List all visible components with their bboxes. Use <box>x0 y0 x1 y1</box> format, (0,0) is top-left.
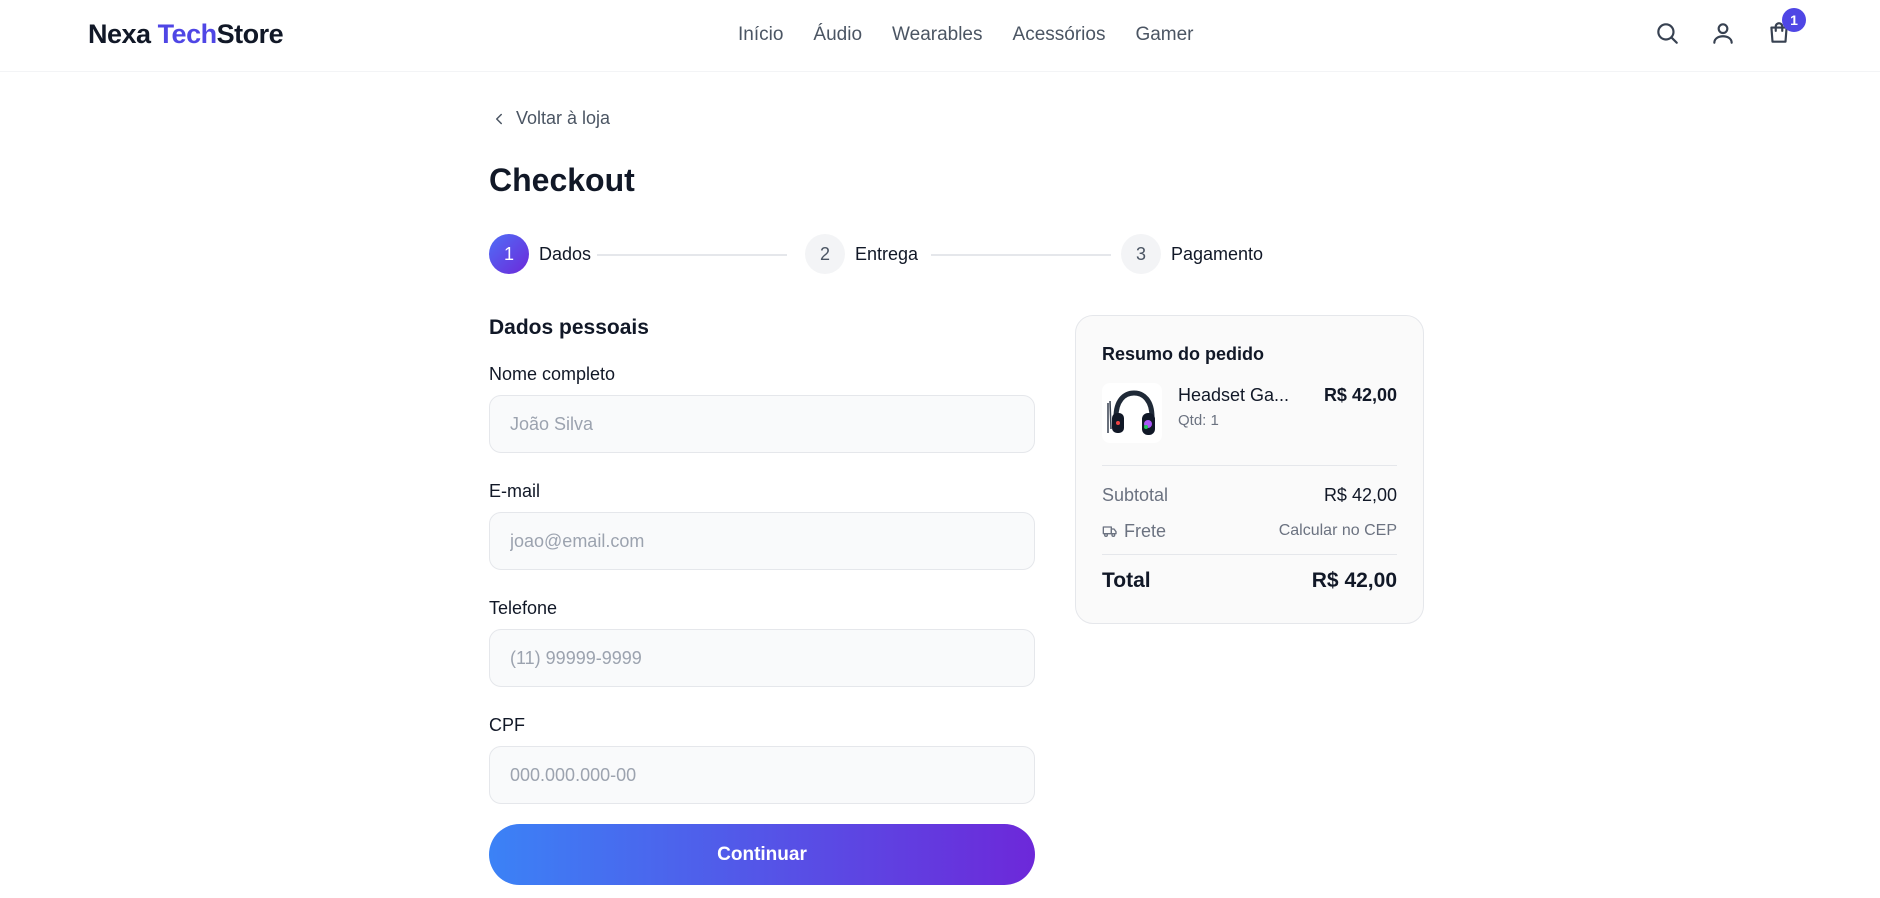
divider <box>1102 465 1397 466</box>
step-number: 3 <box>1121 234 1161 274</box>
phone-label: Telefone <box>489 598 558 618</box>
headset-icon <box>1107 390 1155 435</box>
item-quantity: Qtd: 1 <box>1178 412 1219 429</box>
divider <box>1102 554 1397 555</box>
order-summary: Resumo do pedido Headset Ga... Qtd: 1 R$… <box>1075 315 1424 624</box>
main-nav: Início Áudio Wearables Acessórios Gamer <box>738 24 1194 46</box>
back-to-store-link[interactable]: Voltar à loja <box>490 108 610 129</box>
shipping-label: Frete <box>1124 520 1167 541</box>
total-value: R$ 42,00 <box>1311 569 1397 592</box>
step-connector <box>931 254 1111 256</box>
subtotal-value: R$ 42,00 <box>1323 484 1397 505</box>
personal-data-form: Dados pessoais Nome completo E-mail Tele… <box>489 316 1035 885</box>
page-title: Checkout <box>489 162 635 198</box>
step-label: Entrega <box>855 243 919 264</box>
account-button[interactable] <box>1710 20 1736 46</box>
step-label: Pagamento <box>1171 243 1264 264</box>
nav-item-audio[interactable]: Áudio <box>813 24 862 46</box>
summary-title: Resumo do pedido <box>1102 344 1264 364</box>
cart-button[interactable]: 1 <box>1766 8 1806 46</box>
email-input[interactable] <box>489 512 1035 570</box>
checkout-stepper: 1 Dados 2 Entrega 3 Pagamento <box>489 234 1269 274</box>
phone-input[interactable] <box>489 629 1035 687</box>
total-row: Total R$ 42,00 <box>1102 569 1397 593</box>
step-connector <box>597 254 787 256</box>
full-name-label: Nome completo <box>489 364 616 384</box>
cpf-input[interactable] <box>489 746 1035 804</box>
shipping-value: Calcular no CEP <box>1278 522 1397 539</box>
user-icon <box>1713 23 1733 44</box>
cpf-label: CPF <box>489 715 525 735</box>
subtotal-row: Subtotal R$ 42,00 <box>1102 482 1397 508</box>
full-name-input[interactable] <box>489 395 1035 453</box>
nav-item-gamer[interactable]: Gamer <box>1135 24 1193 46</box>
nav-item-wearables[interactable]: Wearables <box>892 24 982 46</box>
truck-icon <box>1102 526 1117 537</box>
item-name: Headset Ga... <box>1178 385 1290 405</box>
cart-item: Headset Ga... Qtd: 1 R$ 42,00 <box>1102 383 1397 447</box>
step-pagamento[interactable]: 3 Pagamento <box>1121 234 1263 274</box>
chevron-left-icon <box>496 113 502 124</box>
step-label: Dados <box>539 243 592 264</box>
total-label: Total <box>1102 569 1151 592</box>
form-title: Dados pessoais <box>489 316 649 339</box>
email-label: E-mail <box>489 481 541 501</box>
header-actions: 1 <box>1654 8 1806 46</box>
site-header: Nexa TechStore Início Áudio Wearables Ac… <box>0 0 1880 72</box>
nav-item-acessorios[interactable]: Acessórios <box>1013 24 1106 46</box>
item-price: R$ 42,00 <box>1323 385 1397 405</box>
shipping-row: Frete Calcular no CEP <box>1102 518 1397 544</box>
step-dados[interactable]: 1 Dados <box>489 234 591 274</box>
step-number: 1 <box>489 234 529 274</box>
product-thumbnail <box>1102 383 1162 443</box>
nav-item-inicio[interactable]: Início <box>738 24 783 46</box>
search-icon <box>1657 23 1678 44</box>
continue-button[interactable]: Continuar <box>489 824 1035 885</box>
back-link-label: Voltar à loja <box>516 108 611 128</box>
cart-count-badge: 1 <box>1782 8 1806 32</box>
subtotal-label: Subtotal <box>1102 484 1169 505</box>
step-number: 2 <box>805 234 845 274</box>
logo[interactable]: Nexa TechStore <box>88 19 284 50</box>
search-button[interactable] <box>1654 20 1680 46</box>
step-entrega[interactable]: 2 Entrega <box>805 234 918 274</box>
